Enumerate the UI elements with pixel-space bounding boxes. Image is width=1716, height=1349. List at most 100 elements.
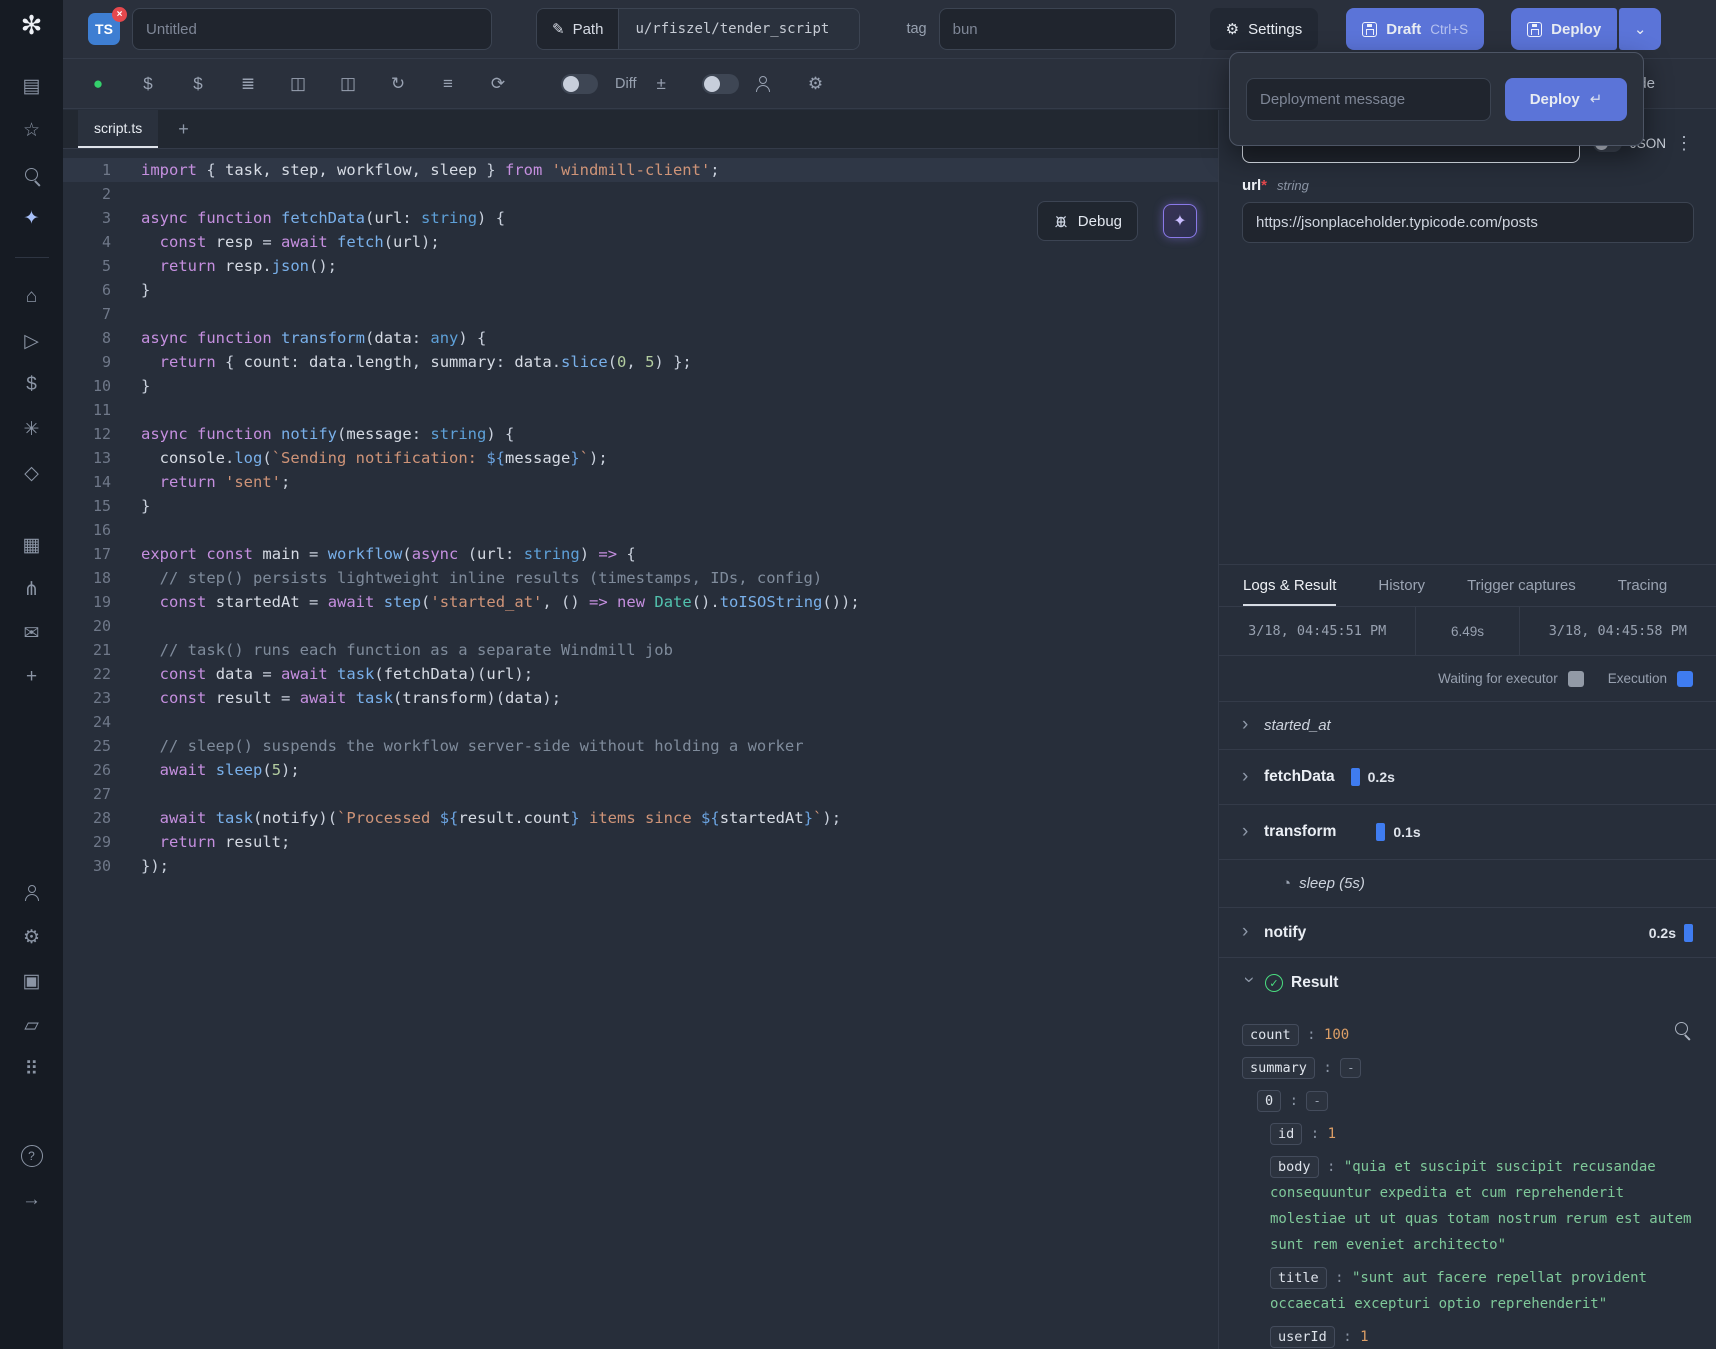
sidebar-item-schedules[interactable]: ▦ (10, 523, 54, 567)
code-line[interactable]: 9 return { count: data.length, summary: … (63, 350, 1218, 374)
sidebar-item-folders[interactable]: ▱ (10, 1003, 54, 1047)
sidebar-item-favorites[interactable]: ☆ (10, 108, 54, 152)
sidebar-item-collapse[interactable]: → (10, 1178, 54, 1222)
database-icon[interactable]: ≡ (438, 74, 458, 94)
debug-button[interactable]: Debug (1037, 201, 1138, 241)
package-icon[interactable]: ◫ (288, 74, 308, 94)
timeline-row-sleep[interactable]: ◔ sleep (5s) (1219, 860, 1716, 908)
plus-minus-icon[interactable]: ± (657, 74, 666, 94)
kebab-menu-icon[interactable]: ⋮ (1675, 133, 1693, 154)
pencil-icon: ✎ (552, 20, 565, 38)
sidebar-item-variables[interactable]: $ (10, 363, 54, 407)
refresh-icon[interactable]: ⟳ (488, 74, 508, 94)
code-line[interactable]: 22 const data = await task(fetchData)(ur… (63, 662, 1218, 686)
tab-history[interactable]: History (1378, 565, 1425, 606)
sidebar-item-apps[interactable]: ⠿ (10, 1047, 54, 1091)
tag-input[interactable] (939, 8, 1176, 50)
sidebar-item-resources[interactable]: ✳ (10, 407, 54, 451)
code-line[interactable]: 29 return result; (63, 830, 1218, 854)
dependencies-icon[interactable]: ◫ (338, 74, 358, 94)
search-icon[interactable] (1675, 1022, 1688, 1035)
timeline-row-started-at[interactable]: › started_at (1219, 702, 1716, 750)
timeline-row-result[interactable]: › ✓ Result (1219, 958, 1716, 1008)
sidebar-item-settings[interactable]: ⚙ (10, 915, 54, 959)
code-line[interactable]: 25 // sleep() suspends the workflow serv… (63, 734, 1218, 758)
legend-waiting-label: Waiting for executor (1438, 671, 1558, 686)
code-line[interactable]: 30}); (63, 854, 1218, 878)
sidebar-item-workers[interactable]: ▣ (10, 959, 54, 1003)
sidebar-item-home[interactable]: ⌂ (10, 275, 54, 319)
path-value[interactable]: u/rfiszel/tender_script (619, 9, 859, 49)
code-line[interactable]: 10} (63, 374, 1218, 398)
code-line[interactable]: 1import { task, step, workflow, sleep } … (63, 158, 1218, 182)
tab-tracing[interactable]: Tracing (1618, 565, 1667, 606)
code-line[interactable]: 26 await sleep(5); (63, 758, 1218, 782)
code-line[interactable]: 12async function notify(message: string)… (63, 422, 1218, 446)
sidebar-item-messages[interactable]: ✉ (10, 611, 54, 655)
variables-icon[interactable]: $ (138, 74, 158, 94)
deployment-message-input[interactable] (1246, 78, 1491, 121)
url-field-input[interactable] (1242, 202, 1694, 243)
line-number: 26 (63, 758, 111, 782)
result-key[interactable]: count (1242, 1024, 1299, 1046)
code-line[interactable]: 5 return resp.json(); (63, 254, 1218, 278)
result-key[interactable]: title (1270, 1267, 1327, 1289)
status-dot-icon[interactable]: ● (88, 74, 108, 94)
code-line[interactable]: 15} (63, 494, 1218, 518)
code-line[interactable]: 20 (63, 614, 1218, 638)
result-key[interactable]: userId (1270, 1326, 1335, 1348)
edit-path-button[interactable]: ✎ Path (537, 9, 619, 49)
result-key[interactable]: id (1270, 1123, 1302, 1145)
timeline-row-notify[interactable]: › notify 0.2s (1219, 908, 1716, 958)
sidebar-item-ai[interactable]: ✦ (10, 196, 54, 240)
sidebar-item-create[interactable]: + (10, 655, 54, 699)
result-key[interactable]: 0 (1257, 1090, 1281, 1112)
sidebar-item-runs[interactable]: ▷ (10, 319, 54, 363)
add-tab-button[interactable]: + (172, 119, 195, 148)
cash-icon[interactable]: $ (188, 74, 208, 94)
code-editor[interactable]: 1import { task, step, workflow, sleep } … (63, 149, 1218, 1349)
sidebar-item-assets[interactable]: ◇ (10, 451, 54, 495)
sidebar-item-help[interactable]: ? (10, 1134, 54, 1178)
code-line[interactable]: 8async function transform(data: any) { (63, 326, 1218, 350)
gear-icon[interactable]: ⚙ (808, 74, 823, 94)
sync-icon[interactable]: ↻ (388, 74, 408, 94)
code-line[interactable]: 17export const main = workflow(async (ur… (63, 542, 1218, 566)
timeline-row-fetchdata[interactable]: › fetchData 0.2s (1219, 750, 1716, 805)
code-line[interactable]: 14 return 'sent'; (63, 470, 1218, 494)
sidebar-item-docs[interactable]: ▤ (10, 64, 54, 108)
code-line[interactable]: 13 console.log(`Sending notification: ${… (63, 446, 1218, 470)
code-line[interactable]: 19 const startedAt = await step('started… (63, 590, 1218, 614)
draft-button[interactable]: Draft Ctrl+S (1346, 8, 1484, 50)
tab-trigger-captures[interactable]: Trigger captures (1467, 565, 1576, 606)
tab-logs-result[interactable]: Logs & Result (1243, 565, 1336, 606)
code-line[interactable]: 7 (63, 302, 1218, 326)
timeline-row-transform[interactable]: › transform 0.1s (1219, 805, 1716, 860)
ai-wand-button[interactable]: ✦ (1163, 204, 1197, 238)
code-line[interactable]: 6} (63, 278, 1218, 302)
script-icon[interactable]: ≣ (238, 74, 258, 94)
windmill-logo-icon[interactable]: ✻ (21, 12, 43, 38)
tab-script-ts[interactable]: script.ts (78, 110, 158, 148)
code-line[interactable]: 11 (63, 398, 1218, 422)
code-line[interactable]: 18 // step() persists lightweight inline… (63, 566, 1218, 590)
deploy-button[interactable]: Deploy (1511, 8, 1617, 50)
code-line[interactable]: 28 await task(notify)(`Processed ${resul… (63, 806, 1218, 830)
code-text: const startedAt = await step('started_at… (141, 590, 860, 614)
diff-toggle[interactable] (561, 74, 598, 94)
sidebar-item-triggers[interactable]: ⋔ (10, 567, 54, 611)
code-line[interactable]: 21 // task() runs each function as a sep… (63, 638, 1218, 662)
script-name-input[interactable] (132, 8, 492, 50)
code-line[interactable]: 27 (63, 782, 1218, 806)
code-line[interactable]: 23 const result = await task(transform)(… (63, 686, 1218, 710)
multiplayer-toggle[interactable] (702, 74, 739, 94)
sidebar-item-user[interactable] (10, 871, 54, 915)
result-key[interactable]: summary (1242, 1057, 1315, 1079)
popover-deploy-button[interactable]: Deploy ↵ (1505, 78, 1627, 121)
deploy-options-button[interactable]: ⌄ (1619, 8, 1661, 50)
code-line[interactable]: 24 (63, 710, 1218, 734)
sidebar-item-search[interactable] (10, 152, 54, 196)
code-line[interactable]: 16 (63, 518, 1218, 542)
settings-button[interactable]: ⚙ Settings (1210, 8, 1319, 50)
result-key[interactable]: body (1270, 1156, 1319, 1178)
